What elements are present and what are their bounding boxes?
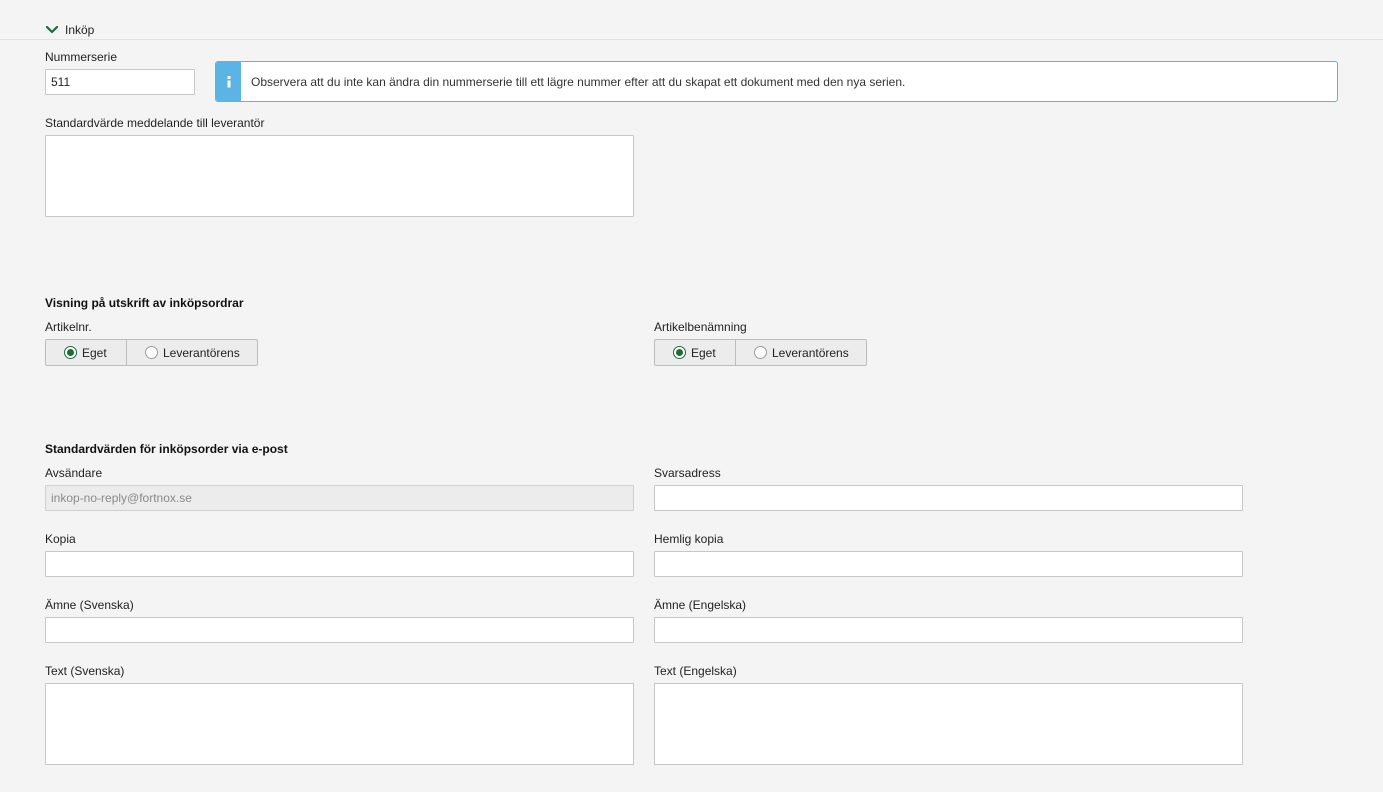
article-number-toggle: Eget Leverantörens [45,339,258,366]
info-icon [227,76,231,88]
reply-address-label: Svarsadress [654,466,721,480]
radio-checked-icon [673,346,686,359]
info-text: Observera att du inte kan ändra din numm… [251,75,906,89]
text-sv-textarea[interactable] [45,683,634,765]
radio-checked-icon [64,346,77,359]
option-label: Leverantörens [163,345,240,360]
option-label: Leverantörens [772,345,849,360]
option-label: Eget [82,345,107,360]
text-en-textarea[interactable] [654,683,1243,765]
bcc-label: Hemlig kopia [654,532,724,546]
sender-label: Avsändare [45,466,103,480]
subject-en-label: Ämne (Engelska) [654,598,747,612]
email-defaults-heading: Standardvärden för inköpsorder via e-pos… [45,442,288,456]
text-sv-label: Text (Svenska) [45,664,125,678]
print-display-heading: Visning på utskrift av inköpsordrar [45,296,244,310]
option-label: Eget [691,345,716,360]
sender-input: inkop-no-reply@fortnox.se [45,485,634,511]
article-number-option-supplier[interactable]: Leverantörens [126,340,257,365]
section-title[interactable]: Inköp [65,23,94,37]
radio-unchecked-icon [145,346,158,359]
article-number-option-own[interactable]: Eget [46,340,126,365]
info-message-box: Observera att du inte kan ändra din numm… [215,61,1338,102]
section-header-inkop[interactable] [0,18,1383,40]
subject-sv-label: Ämne (Svenska) [45,598,134,612]
radio-unchecked-icon [754,346,767,359]
reply-address-input[interactable] [654,485,1243,511]
numberseries-label: Nummerserie [45,50,118,64]
supplier-message-textarea[interactable] [45,135,634,217]
chevron-down-icon[interactable] [45,24,59,36]
supplier-message-label: Standardvärde meddelande till leverantör [45,116,265,130]
bcc-input[interactable] [654,551,1243,577]
article-name-option-supplier[interactable]: Leverantörens [735,340,866,365]
cc-input[interactable] [45,551,634,577]
numberseries-input[interactable]: 511 [45,69,195,95]
text-en-label: Text (Engelska) [654,664,737,678]
article-name-toggle: Eget Leverantörens [654,339,867,366]
subject-sv-input[interactable] [45,617,634,643]
article-name-option-own[interactable]: Eget [655,340,735,365]
subject-en-input[interactable] [654,617,1243,643]
article-name-label: Artikelbenämning [654,320,747,334]
cc-label: Kopia [45,532,76,546]
article-number-label: Artikelnr. [45,320,92,334]
